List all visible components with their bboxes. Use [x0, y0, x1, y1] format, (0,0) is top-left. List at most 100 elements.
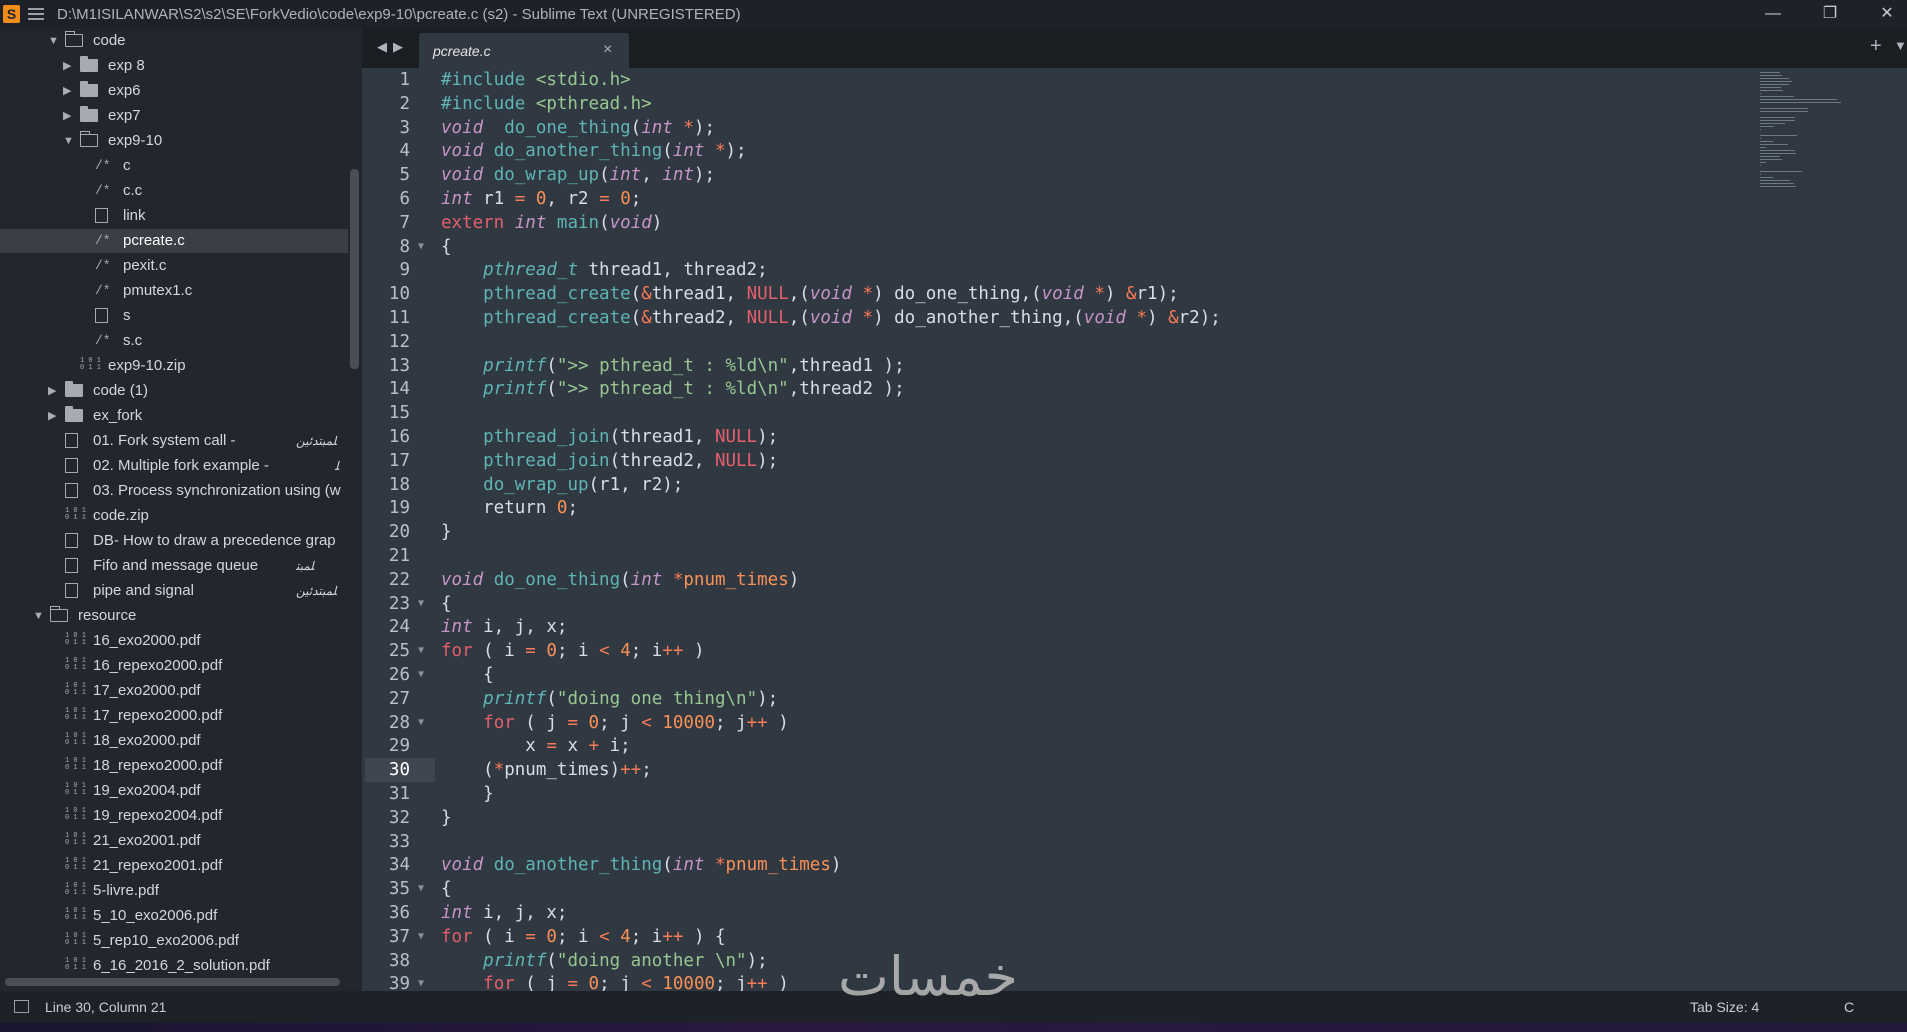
chevron-right-icon[interactable]: ▶ — [48, 379, 58, 403]
code-line[interactable]: printf(">> pthread_t : %ld\n",thread2 ); — [441, 377, 904, 401]
sidebar-item[interactable]: 1 0 10 1 1 18_repexo2000.pdf — [0, 754, 348, 778]
code-line[interactable]: } — [441, 782, 494, 806]
sidebar-item[interactable]: 1 0 10 1 1 21_repexo2001.pdf — [0, 854, 348, 878]
syntax-selector[interactable]: C — [1844, 999, 1854, 1015]
sidebar-item[interactable]: 1 0 10 1 1 17_exo2000.pdf — [0, 679, 348, 703]
code-line[interactable]: void do_wrap_up(int, int); — [441, 163, 715, 187]
chevron-right-icon[interactable]: ▶ — [48, 404, 58, 428]
fold-icon[interactable]: ▼ — [418, 235, 424, 259]
code-line[interactable]: void do_another_thing(int *pnum_times) — [441, 853, 841, 877]
menu-icon[interactable] — [28, 5, 44, 23]
code-line[interactable]: void do_another_thing(int *); — [441, 139, 747, 163]
code-line[interactable]: printf("doing one thing\n"); — [441, 687, 778, 711]
chevron-down-icon[interactable]: ▼ — [48, 29, 59, 53]
code-line[interactable]: (*pnum_times)++; — [441, 758, 652, 782]
sidebar-item[interactable]: 1 0 10 1 1 16_exo2000.pdf — [0, 629, 348, 653]
tab-back-icon[interactable]: ◀ — [377, 39, 387, 55]
tab-forward-icon[interactable]: ▶ — [393, 39, 403, 55]
code-line[interactable]: pthread_join(thread1, NULL); — [441, 425, 778, 449]
sidebar-item[interactable]: pipe and signal ﻠﻤﺒﺘﺪﺋﻴﻦ — [0, 579, 348, 603]
sidebar-item[interactable]: 1 0 10 1 1 6_16_2016_2_solution.pdf — [0, 954, 348, 978]
code-line[interactable]: printf("doing another \n"); — [441, 949, 768, 973]
code-editor[interactable]: 1 #include <stdio.h> 2 #include <pthread.h>… — [362, 68, 1907, 991]
chevron-down-icon[interactable]: ▼ — [63, 129, 74, 153]
code-line[interactable]: int r1 = 0, r2 = 0; — [441, 187, 641, 211]
tab-size-selector[interactable]: Tab Size: 4 — [1690, 999, 1759, 1015]
code-line[interactable]: #include <stdio.h> — [441, 68, 631, 92]
sidebar-item[interactable]: ▼ exp9-10 — [0, 129, 348, 153]
sidebar-item[interactable]: 1 0 10 1 1 19_repexo2004.pdf — [0, 804, 348, 828]
sidebar-item[interactable]: Fifo and message queue ﻠﻤﺒﺘ — [0, 554, 348, 578]
fold-icon[interactable]: ▼ — [418, 663, 424, 687]
code-line[interactable]: do_wrap_up(r1, r2); — [441, 473, 683, 497]
code-line[interactable]: pthread_create(&thread2, NULL,(void *) d… — [441, 306, 1221, 330]
sidebar-vertical-scrollbar[interactable] — [350, 169, 359, 369]
code-line[interactable]: int i, j, x; — [441, 615, 567, 639]
sidebar-item[interactable]: /* pmutex1.c — [0, 279, 348, 303]
chevron-down-icon[interactable]: ▼ — [33, 604, 44, 628]
sidebar-item[interactable]: 1 0 10 1 1 21_exo2001.pdf — [0, 829, 348, 853]
code-line[interactable]: { — [441, 877, 452, 901]
maximize-button[interactable]: ❐ — [1810, 2, 1850, 26]
sidebar-item[interactable]: 1 0 10 1 1 code.zip — [0, 504, 348, 528]
fold-icon[interactable]: ▼ — [418, 972, 424, 991]
sidebar-item[interactable]: ▶ exp 8 — [0, 54, 348, 78]
sidebar-item[interactable]: 01. Fork system call - ﻠﻤﺒﺘﺪﺋﻴﻦ — [0, 429, 348, 453]
sidebar-item[interactable]: ▶ ex_fork — [0, 404, 348, 428]
tab-close-icon[interactable]: × — [603, 41, 612, 59]
code-line[interactable]: void do_one_thing(int *); — [441, 116, 715, 140]
minimap[interactable] — [1760, 72, 1870, 202]
code-line[interactable]: pthread_join(thread2, NULL); — [441, 449, 778, 473]
sidebar-item[interactable]: DB- How to draw a precedence grap — [0, 529, 348, 553]
code-line[interactable]: { — [441, 663, 494, 687]
sidebar-horizontal-scrollbar[interactable] — [5, 978, 340, 986]
code-line[interactable]: } — [441, 806, 452, 830]
code-line[interactable]: for ( i = 0; i < 4; i++ ) — [441, 639, 705, 663]
tab-pcreate[interactable]: pcreate.c × — [419, 33, 629, 68]
sidebar-item[interactable]: ▶ exp7 — [0, 104, 348, 128]
sidebar-item[interactable]: ▼ resource — [0, 604, 348, 628]
code-line[interactable]: } — [441, 520, 452, 544]
code-line[interactable]: #include <pthread.h> — [441, 92, 652, 116]
code-line[interactable]: int i, j, x; — [441, 901, 567, 925]
sidebar-item[interactable]: /* c — [0, 154, 348, 178]
chevron-right-icon[interactable]: ▶ — [63, 54, 73, 78]
sidebar-item[interactable]: 1 0 10 1 1 exp9-10.zip — [0, 354, 348, 378]
sidebar-item[interactable]: 03. Process synchronization using (w — [0, 479, 348, 503]
sidebar-item[interactable]: 1 0 10 1 1 5_rep10_exo2006.pdf — [0, 929, 348, 953]
code-line[interactable]: extern int main(void) — [441, 211, 662, 235]
chevron-right-icon[interactable]: ▶ — [63, 79, 73, 103]
fold-icon[interactable]: ▼ — [418, 711, 424, 735]
sidebar-item[interactable]: /* pexit.c — [0, 254, 348, 278]
chevron-right-icon[interactable]: ▶ — [63, 104, 73, 128]
panel-toggle-icon[interactable] — [14, 1000, 29, 1013]
code-line[interactable]: void do_one_thing(int *pnum_times) — [441, 568, 799, 592]
sidebar-item[interactable]: 1 0 10 1 1 18_exo2000.pdf — [0, 729, 348, 753]
sidebar-item[interactable]: ▶ exp6 — [0, 79, 348, 103]
code-line[interactable]: return 0; — [441, 496, 578, 520]
sidebar-item[interactable]: 1 0 10 1 1 19_exo2004.pdf — [0, 779, 348, 803]
sidebar-item[interactable]: /* pcreate.c — [0, 229, 348, 253]
minimize-button[interactable]: — — [1753, 2, 1793, 26]
fold-icon[interactable]: ▼ — [418, 877, 424, 901]
sidebar-item[interactable]: ▶ code (1) — [0, 379, 348, 403]
sidebar-item[interactable]: 1 0 10 1 1 5_10_exo2006.pdf — [0, 904, 348, 928]
fold-icon[interactable]: ▼ — [418, 592, 424, 616]
code-line[interactable]: { — [441, 592, 452, 616]
sidebar-item[interactable]: link — [0, 204, 348, 228]
code-line[interactable]: { — [441, 235, 452, 259]
close-window-button[interactable]: ✕ — [1867, 2, 1907, 26]
fold-icon[interactable]: ▼ — [418, 925, 424, 949]
code-line[interactable]: x = x + i; — [441, 734, 630, 758]
sidebar-item[interactable]: s — [0, 304, 348, 328]
sidebar-item[interactable]: /* c.c — [0, 179, 348, 203]
sidebar-item[interactable]: 1 0 10 1 1 16_repexo2000.pdf — [0, 654, 348, 678]
fold-icon[interactable]: ▼ — [418, 639, 424, 663]
code-line[interactable]: printf(">> pthread_t : %ld\n",thread1 ); — [441, 354, 904, 378]
tab-menu-icon[interactable]: ▼ — [1894, 38, 1907, 53]
code-line[interactable]: pthread_create(&thread1, NULL,(void *) d… — [441, 282, 1179, 306]
code-line[interactable]: pthread_t thread1, thread2; — [441, 258, 767, 282]
new-tab-icon[interactable]: + — [1870, 35, 1882, 58]
code-line[interactable]: for ( j = 0; j < 10000; j++ ) — [441, 711, 789, 735]
sidebar-item[interactable]: /* s.c — [0, 329, 348, 353]
